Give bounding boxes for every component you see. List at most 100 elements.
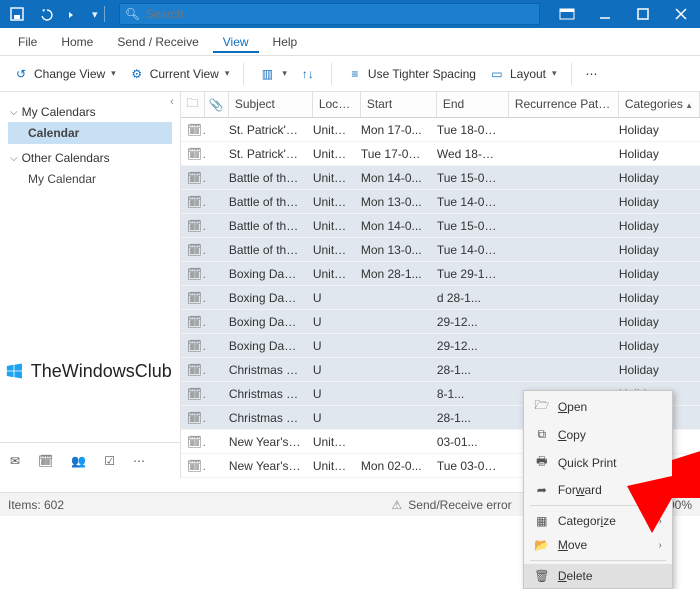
menu-file[interactable]: File <box>8 31 47 53</box>
category-cell: Holiday <box>613 315 700 329</box>
table-row[interactable]: 🗓Boxing Day B...U29-12...Holiday <box>181 334 700 358</box>
header-location[interactable]: Locati... <box>313 92 361 117</box>
calendar-item-icon: 🗓 <box>181 339 205 353</box>
tasks-icon[interactable]: ☑ <box>104 454 115 468</box>
end-cell: Tue 29-12... <box>431 267 503 281</box>
header-recurrence[interactable]: Recurrence Pattern <box>509 92 619 117</box>
header-start[interactable]: Start <box>361 92 437 117</box>
calendar-item-icon: 🗓 <box>181 195 205 209</box>
sidebar-item[interactable]: My Calendar <box>8 168 172 190</box>
subject-cell: Battle of the ... <box>223 243 307 257</box>
nav-more-icon[interactable]: ⋯ <box>133 454 145 468</box>
collapse-sidebar-icon[interactable]: ‹ <box>170 96 174 108</box>
header-attachment-col[interactable]: 📎 <box>205 92 229 117</box>
sort-icon: ↑↓ <box>299 65 317 83</box>
list-view: 🗀 📎 Subject Locati... Start End Recurren… <box>181 92 700 478</box>
layout-button[interactable]: ▭ Layout <box>484 62 561 86</box>
status-error[interactable]: Send/Receive error <box>392 498 512 512</box>
category-cell: Holiday <box>613 219 700 233</box>
table-row[interactable]: 🗓Christmas Ba...U28-1...Holiday <box>181 358 700 382</box>
search-box[interactable]: 🔍︎ <box>119 3 540 25</box>
location-cell: Unite... <box>307 459 355 473</box>
subject-cell: Christmas Ba... <box>223 363 307 377</box>
category-cell: Holiday <box>613 267 700 281</box>
sidebar-item[interactable]: Calendar <box>8 122 172 144</box>
qa-dropdown-icon[interactable]: ▾ <box>92 8 98 21</box>
menu-send-receive[interactable]: Send / Receive <box>107 31 208 53</box>
ctx-delete[interactable]: 🗑Delete <box>524 564 672 588</box>
subject-cell: Battle of the ... <box>223 195 307 209</box>
table-row[interactable]: 🗓St. Patrick's ...Unite...Tue 17-03...We… <box>181 142 700 166</box>
reverse-sort-button[interactable]: ↑↓ <box>295 62 321 86</box>
ctx-quick-print[interactable]: 🖶Quick Print <box>524 447 672 478</box>
tighter-spacing-button[interactable]: ≡Use Tighter Spacing <box>342 62 480 86</box>
ctx-move[interactable]: 📂Move› <box>524 533 672 557</box>
current-view-button[interactable]: ⚙Current View <box>124 62 234 86</box>
ctx-open[interactable]: 🗁Open <box>524 391 672 422</box>
copy-icon: ⧉ <box>534 427 550 442</box>
calendar-item-icon: 🗓 <box>181 243 205 257</box>
category-cell: Holiday <box>613 291 700 305</box>
menu-help[interactable]: Help <box>263 31 308 53</box>
change-view-icon: ↺ <box>12 65 30 83</box>
calendar-item-icon: 🗓 <box>181 435 205 449</box>
table-row[interactable]: 🗓Battle of the ...Unite...Mon 14-0...Tue… <box>181 214 700 238</box>
watermark-text: TheWindowsClub <box>31 361 172 382</box>
location-cell: Unite... <box>307 195 355 209</box>
end-cell: Tue 15-07... <box>431 219 503 233</box>
windows-logo-icon <box>6 352 23 390</box>
close-button[interactable] <box>662 0 700 28</box>
header-end[interactable]: End <box>437 92 509 117</box>
ctx-forward[interactable]: ➦Forward <box>524 478 672 502</box>
header-icon-col[interactable]: 🗀 <box>181 92 205 117</box>
layout-label: Layout <box>510 67 546 81</box>
header-subject[interactable]: Subject <box>229 92 313 117</box>
main-area: ‹ My CalendarsCalendar Other CalendarsMy … <box>0 92 700 478</box>
start-cell: Mon 17-0... <box>355 123 431 137</box>
calendar-icon[interactable]: 🗓 <box>38 454 53 468</box>
redo-icon[interactable] <box>62 3 84 25</box>
mail-icon[interactable]: ✉ <box>10 454 20 468</box>
category-cell: Holiday <box>613 243 700 257</box>
undo-icon[interactable] <box>34 3 56 25</box>
location-cell: Unite... <box>307 243 355 257</box>
layout-icon: ▭ <box>488 65 506 83</box>
ctx-copy[interactable]: ⧉Copy <box>524 422 672 447</box>
calendar-item-icon: 🗓 <box>181 267 205 281</box>
location-cell: U <box>307 291 355 305</box>
table-row[interactable]: 🗓St. Patrick's ...Unite...Mon 17-0...Tue… <box>181 118 700 142</box>
start-cell: Mon 02-0... <box>355 459 431 473</box>
subject-cell: Battle of the ... <box>223 219 307 233</box>
ctx-categorize[interactable]: ▦Categorize› <box>524 509 672 533</box>
change-view-button[interactable]: ↺Change View <box>8 62 120 86</box>
table-row[interactable]: 🗓Battle of the ...Unite...Mon 13-0...Tue… <box>181 238 700 262</box>
table-row[interactable]: 🗓Battle of the ...Unite...Mon 14-0...Tue… <box>181 166 700 190</box>
move-icon: 📂 <box>534 538 550 552</box>
end-cell: d 28-1... <box>431 291 503 305</box>
header-categories[interactable]: Categories <box>619 92 700 117</box>
search-input[interactable] <box>146 7 539 21</box>
maximize-button[interactable] <box>624 0 662 28</box>
arrangement-button[interactable]: ▥ <box>254 62 291 86</box>
menu-view[interactable]: View <box>213 31 259 53</box>
table-row[interactable]: 🗓Boxing Day B...Ud 28-1...Holiday <box>181 286 700 310</box>
ctx-separator-2 <box>530 560 666 561</box>
sidebar-group-head[interactable]: Other Calendars <box>8 148 172 168</box>
subject-cell: Christmas Ba... <box>223 387 307 401</box>
ribbon-overflow-button[interactable]: ⋯ <box>582 64 602 84</box>
ribbon-mode-icon[interactable] <box>548 0 586 28</box>
start-cell: Tue 17-03... <box>355 147 431 161</box>
table-row[interactable]: 🗓Boxing Day B...U29-12...Holiday <box>181 310 700 334</box>
table-row[interactable]: 🗓Battle of the ...Unite...Mon 13-0...Tue… <box>181 190 700 214</box>
table-row[interactable]: 🗓Boxing Day B...Unite...Mon 28-1...Tue 2… <box>181 262 700 286</box>
end-cell: Wed 18-0... <box>431 147 503 161</box>
end-cell: Tue 03-01... <box>431 459 503 473</box>
save-icon[interactable] <box>6 3 28 25</box>
menu-home[interactable]: Home <box>51 31 103 53</box>
calendar-item-icon: 🗓 <box>181 171 205 185</box>
status-items: Items: 602 <box>8 498 64 512</box>
spacing-icon: ≡ <box>346 65 364 83</box>
sidebar-group-head[interactable]: My Calendars <box>8 102 172 122</box>
minimize-button[interactable] <box>586 0 624 28</box>
people-icon[interactable]: 👥 <box>71 454 86 468</box>
